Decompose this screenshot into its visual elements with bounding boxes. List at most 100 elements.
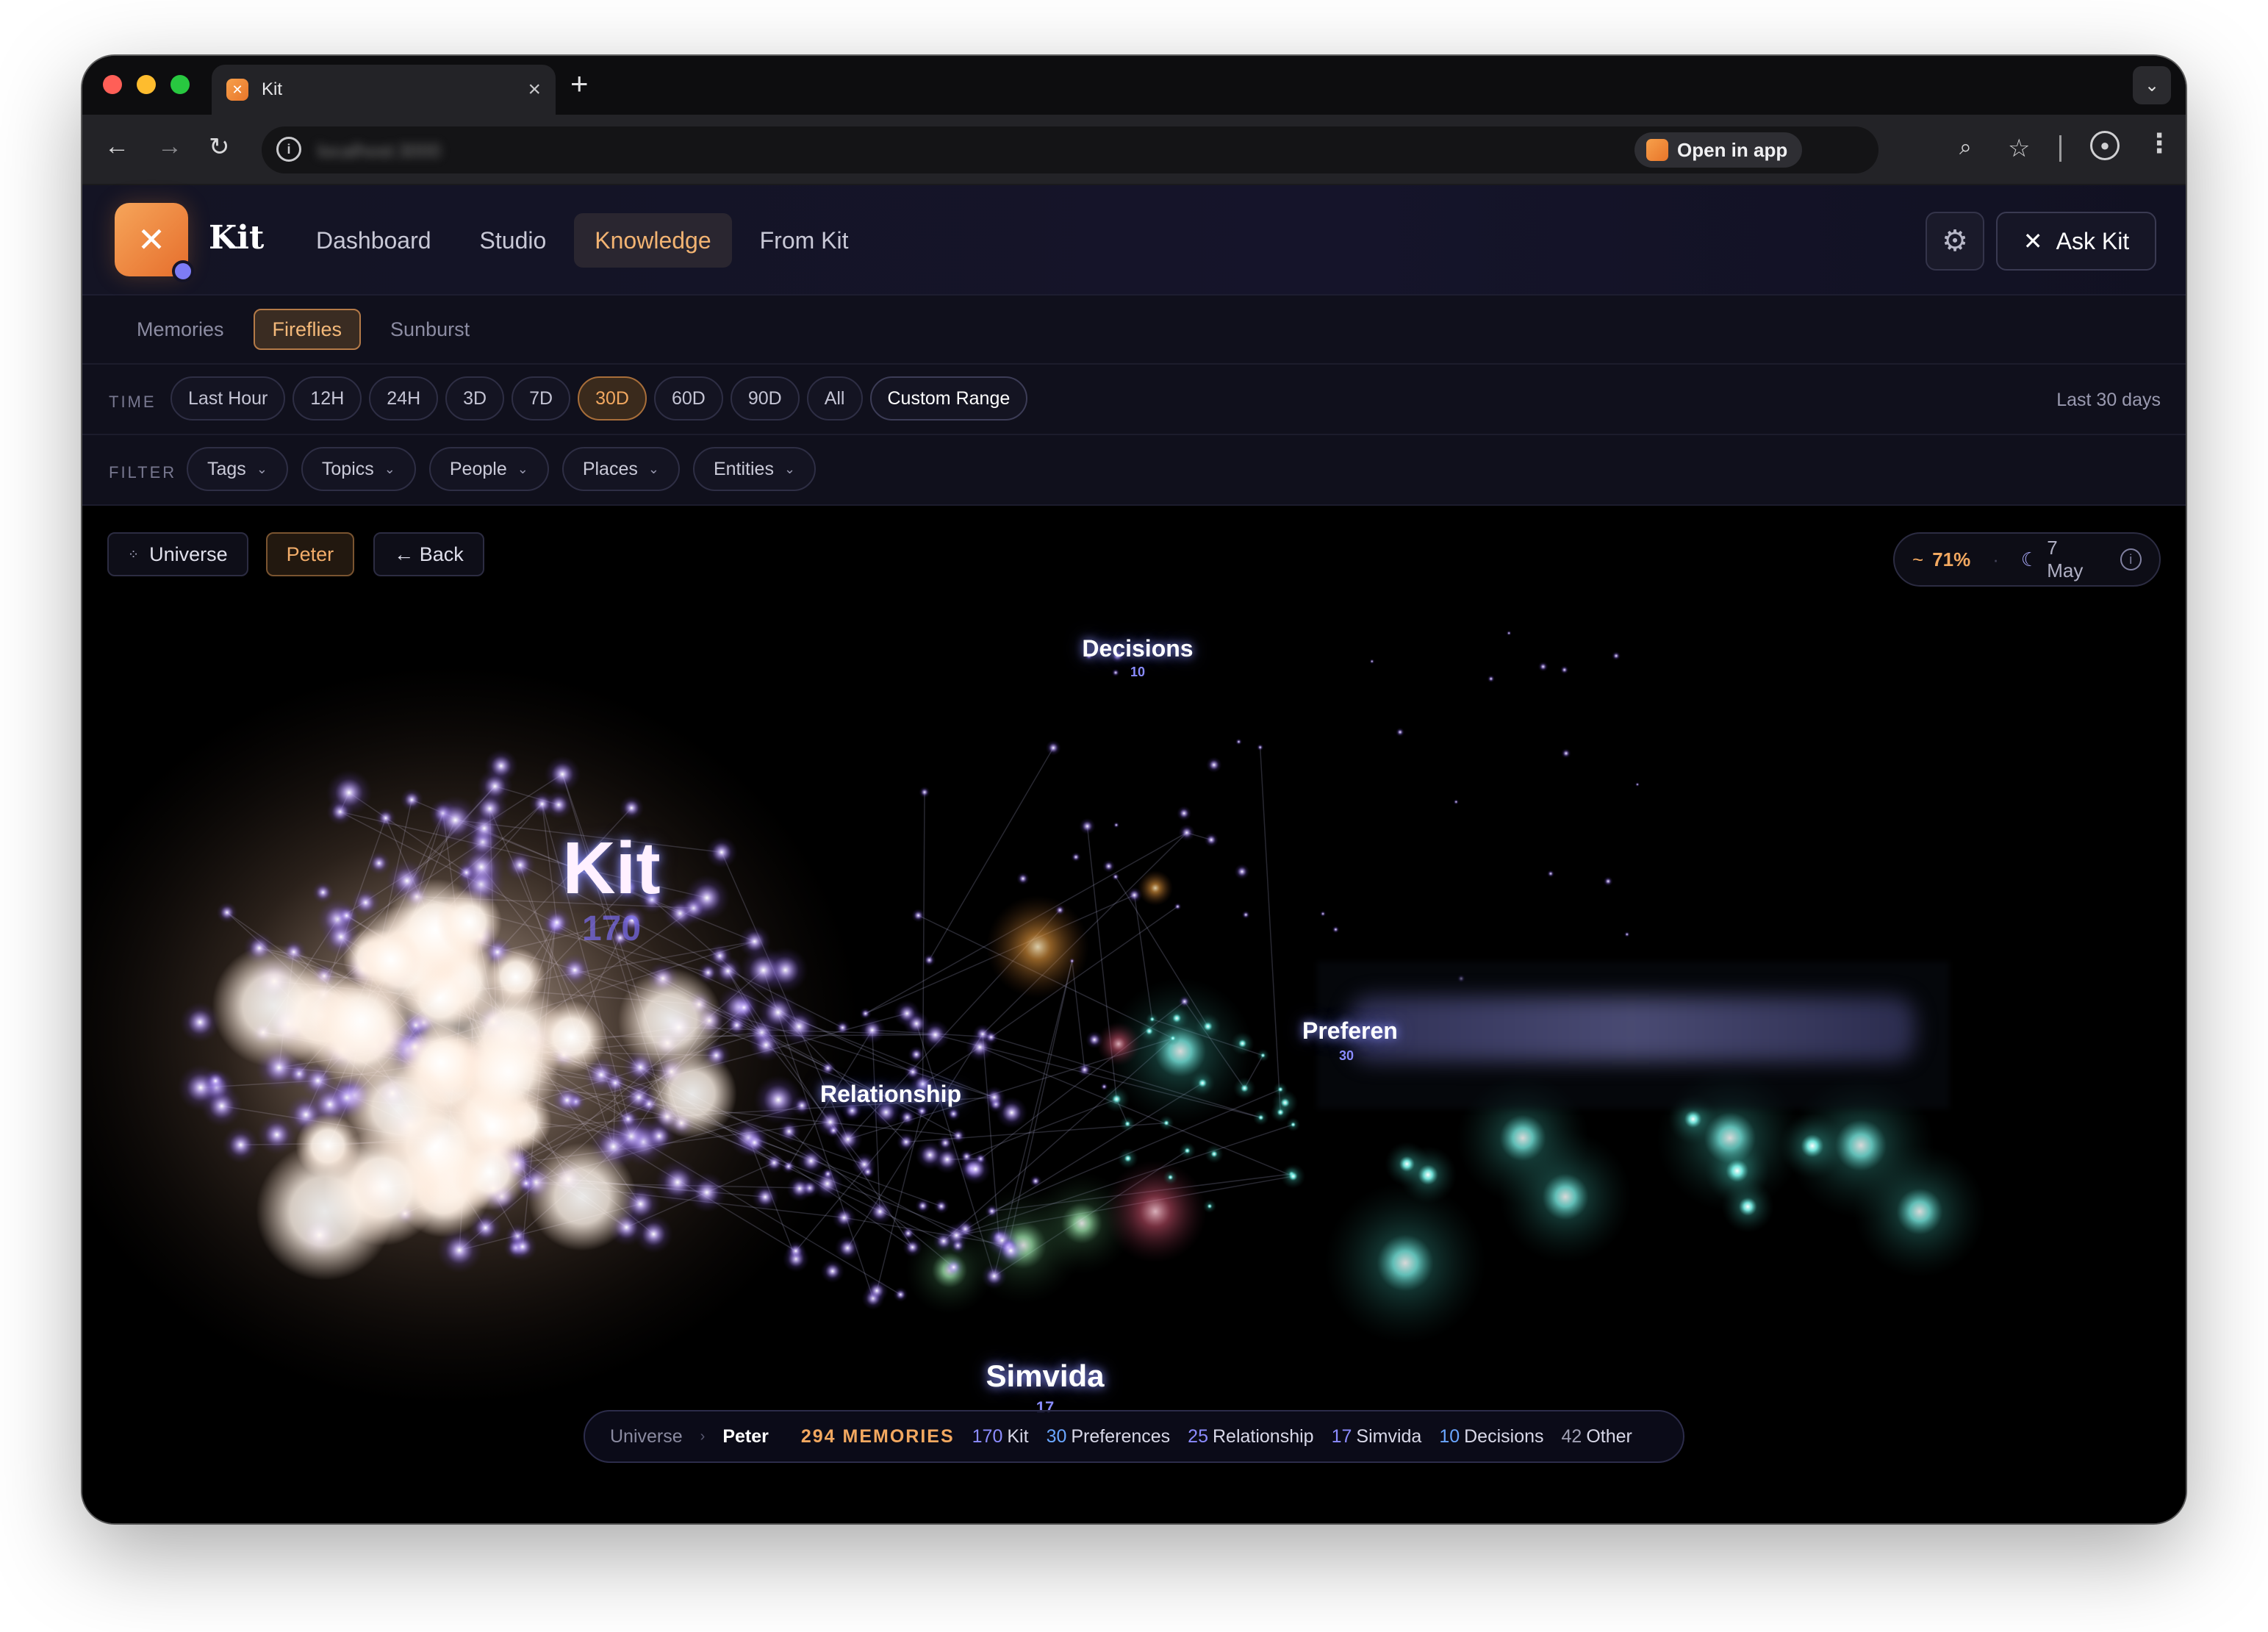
firefly-dot	[326, 769, 373, 816]
filter-places-dropdown[interactable]: Places ⌄	[561, 447, 680, 491]
fireflies-canvas[interactable]: Kit 170 Decisions 10 Relationship Prefer…	[82, 506, 2186, 1523]
site-info-icon[interactable]: i	[276, 137, 301, 162]
time-chip-12h[interactable]: 12H	[293, 376, 362, 420]
kit-logo[interactable]: ✕	[115, 203, 194, 282]
firefly-dot	[833, 1125, 863, 1154]
firefly-dot	[1332, 926, 1340, 934]
stat-other[interactable]: 42 Other	[1562, 1426, 1632, 1447]
kit-app: ✕ Kit Dashboard Studio Knowledge From Ki…	[82, 185, 2186, 1523]
firefly-dot	[201, 1085, 243, 1127]
cluster-label-kit[interactable]: Kit	[494, 826, 729, 911]
firefly-dot	[1612, 651, 1621, 661]
firefly-dot	[785, 1240, 806, 1261]
stat-decisions[interactable]: 10 Decisions	[1439, 1426, 1543, 1447]
firefly-dot	[866, 1198, 893, 1225]
firefly-dot	[1319, 910, 1327, 917]
breadcrumb-universe[interactable]: Universe	[610, 1426, 683, 1447]
time-chip-last-hour[interactable]: Last Hour	[171, 376, 286, 420]
nav-knowledge[interactable]: Knowledge	[574, 213, 732, 268]
custom-range-button[interactable]: Custom Range	[869, 376, 1028, 420]
filter-topics-dropdown[interactable]: Topics ⌄	[301, 447, 416, 491]
cluster-label-decisions[interactable]: Decisions	[1049, 635, 1226, 662]
close-window-button[interactable]	[103, 75, 122, 94]
firefly-dot	[1369, 659, 1375, 665]
stat-decisions-count: 10	[1439, 1425, 1460, 1447]
open-in-app-button[interactable]: Open in app	[1634, 132, 1803, 168]
time-chip-90d[interactable]: 90D	[730, 376, 800, 420]
firefly-dot	[1138, 1020, 1160, 1042]
settings-gear-icon[interactable]: ⚙	[1926, 212, 1984, 271]
time-chip-3d[interactable]: 3D	[445, 376, 505, 420]
nav-studio[interactable]: Studio	[459, 213, 567, 268]
firefly-dot	[985, 1203, 1000, 1219]
time-chip-60d[interactable]: 60D	[653, 376, 723, 420]
firefly-dot	[1085, 1031, 1104, 1049]
firefly-glow	[1104, 1160, 1207, 1263]
profile-icon[interactable]: ●	[2090, 131, 2120, 160]
firefly-dot	[1537, 661, 1549, 672]
forward-arrow-icon[interactable]: →	[157, 132, 182, 161]
address-bar[interactable]: i localhost:3000 Open in app ⌕ ☆	[262, 126, 2030, 173]
info-icon[interactable]: i	[2120, 548, 2142, 570]
stat-relationship[interactable]: 25 Relationship	[1188, 1426, 1313, 1447]
zoom-icon[interactable]: ⌕	[1959, 135, 1972, 160]
cluster-label-preferences[interactable]: Preferen	[1229, 1017, 1523, 1045]
nav-dashboard[interactable]: Dashboard	[295, 213, 452, 268]
time-chip-7d[interactable]: 7D	[512, 376, 571, 420]
firefly-dot	[1202, 1199, 1217, 1213]
time-chip-30d[interactable]: 30D	[578, 376, 647, 420]
stat-simvida[interactable]: 17 Simvida	[1332, 1426, 1422, 1447]
status-pill: ~ 71% · ☾ 7 May i	[1893, 532, 2161, 587]
firefly-dot	[834, 1020, 851, 1036]
stat-preferences-count: 30	[1046, 1425, 1067, 1447]
subtab-memories[interactable]: Memories	[118, 309, 243, 350]
maximize-window-button[interactable]	[171, 75, 190, 94]
time-chip-all[interactable]: All	[806, 376, 863, 420]
filter-places-label: Places	[582, 458, 638, 479]
firefly-dot	[1704, 1138, 1770, 1203]
universe-button[interactable]: ⁘ Universe	[107, 532, 248, 576]
firefly-dot	[1546, 870, 1555, 878]
cluster-label-relationship[interactable]: Relationship	[766, 1081, 1016, 1108]
stat-kit[interactable]: 170 Kit	[972, 1426, 1029, 1447]
tab-search-chevron-icon[interactable]: ⌄	[2133, 66, 2171, 104]
chevron-down-icon: ⌄	[384, 461, 395, 476]
firefly-dot	[1113, 821, 1120, 828]
filter-entities-dropdown[interactable]: Entities ⌄	[692, 447, 817, 491]
browser-window: ✕ Kit × + ⌄ ← → ↻ i localhost:3000 Open …	[82, 56, 2186, 1523]
cluster-count-kit: 170	[581, 909, 642, 948]
browser-tab[interactable]: ✕ Kit ×	[212, 65, 556, 115]
cluster-label-simvida[interactable]: Simvida	[891, 1359, 1199, 1394]
filter-people-dropdown[interactable]: People ⌄	[428, 447, 549, 491]
subtab-fireflies[interactable]: Fireflies	[253, 309, 362, 350]
firefly-glow	[1324, 1182, 1486, 1344]
bookmark-star-icon[interactable]: ☆	[2008, 134, 2030, 163]
firefly-core	[346, 1056, 451, 1161]
subtab-sunburst[interactable]: Sunburst	[371, 309, 489, 350]
back-button[interactable]: ← Back	[373, 532, 484, 576]
new-tab-button[interactable]: +	[570, 66, 589, 101]
ask-kit-button[interactable]: ✕ Ask Kit	[1996, 212, 2156, 271]
ask-kit-label: Ask Kit	[2056, 227, 2130, 254]
chevron-down-icon: ⌄	[517, 461, 528, 476]
firefly-dot	[832, 1206, 856, 1230]
nav-from-kit[interactable]: From Kit	[739, 213, 869, 268]
time-chip-24h[interactable]: 24H	[369, 376, 439, 420]
browser-menu-icon[interactable]: ⋮	[2146, 128, 2172, 159]
firefly-dot	[1395, 727, 1405, 737]
firefly-dot	[1561, 748, 1571, 759]
filter-tags-dropdown[interactable]: Tags ⌄	[187, 447, 288, 491]
firefly-dot	[1045, 740, 1061, 756]
firefly-dot	[778, 1120, 801, 1143]
reload-icon[interactable]: ↻	[209, 132, 230, 162]
firefly-dot	[1102, 859, 1116, 873]
filter-row: FILTER Tags ⌄ Topics ⌄ People ⌄ Places ⌄ Ent…	[82, 435, 2186, 506]
back-arrow-icon[interactable]: ←	[104, 132, 129, 161]
stat-preferences[interactable]: 30 Preferences	[1047, 1426, 1171, 1447]
firefly-dot	[1111, 873, 1120, 881]
tab-close-icon[interactable]: ×	[528, 77, 541, 102]
firefly-dot	[1054, 904, 1066, 916]
peter-button[interactable]: Peter	[265, 532, 355, 576]
minimize-window-button[interactable]	[137, 75, 156, 94]
stat-relationship-count: 25	[1188, 1425, 1208, 1447]
